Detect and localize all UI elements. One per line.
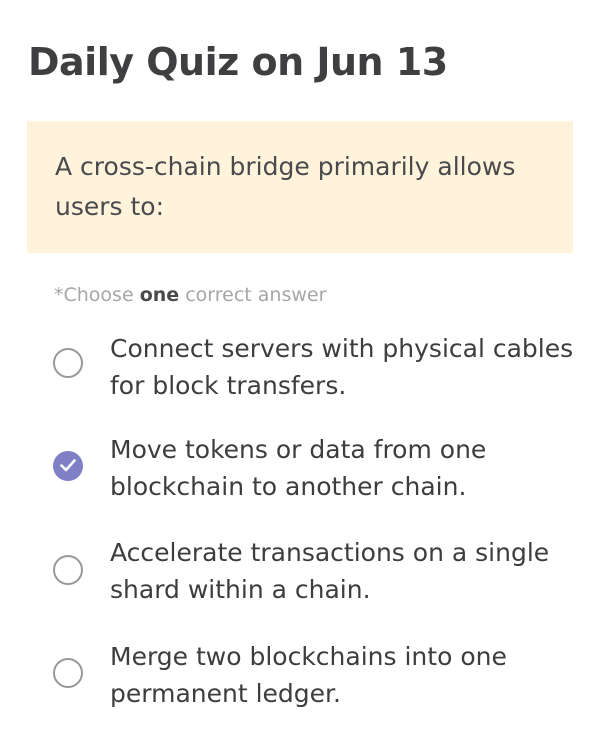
radio-unchecked-icon[interactable] [53,555,83,585]
question-text: A cross-chain bridge primarily allows us… [55,152,516,221]
answer-option-3[interactable]: Accelerate transactions on a single shar… [0,533,600,619]
checkmark-icon [60,459,76,472]
radio-unchecked-icon[interactable] [53,658,83,688]
answer-option-label: Accelerate transactions on a single shar… [110,538,550,604]
instruction-prefix: *Choose [54,284,140,306]
answer-instruction: *Choose one correct answer [54,284,326,306]
answer-option-label: Merge two blockchains into one permanent… [110,642,507,708]
page-title: Daily Quiz on Jun 13 [28,40,448,84]
radio-checked-icon[interactable] [53,451,83,481]
quiz-page: Daily Quiz on Jun 13 A cross-chain bridg… [0,0,600,756]
answer-option-label: Move tokens or data from one blockchain … [110,435,487,501]
instruction-suffix: correct answer [179,284,327,306]
instruction-emphasis: one [139,284,180,306]
answer-option-1[interactable]: Connect servers with physical cables for… [0,326,600,412]
radio-unchecked-icon[interactable] [53,348,83,378]
answer-option-label: Connect servers with physical cables for… [110,334,574,400]
answer-option-2[interactable]: Move tokens or data from one blockchain … [0,429,600,515]
answer-option-4[interactable]: Merge two blockchains into one permanent… [0,636,600,722]
question-card: A cross-chain bridge primarily allows us… [27,121,573,253]
